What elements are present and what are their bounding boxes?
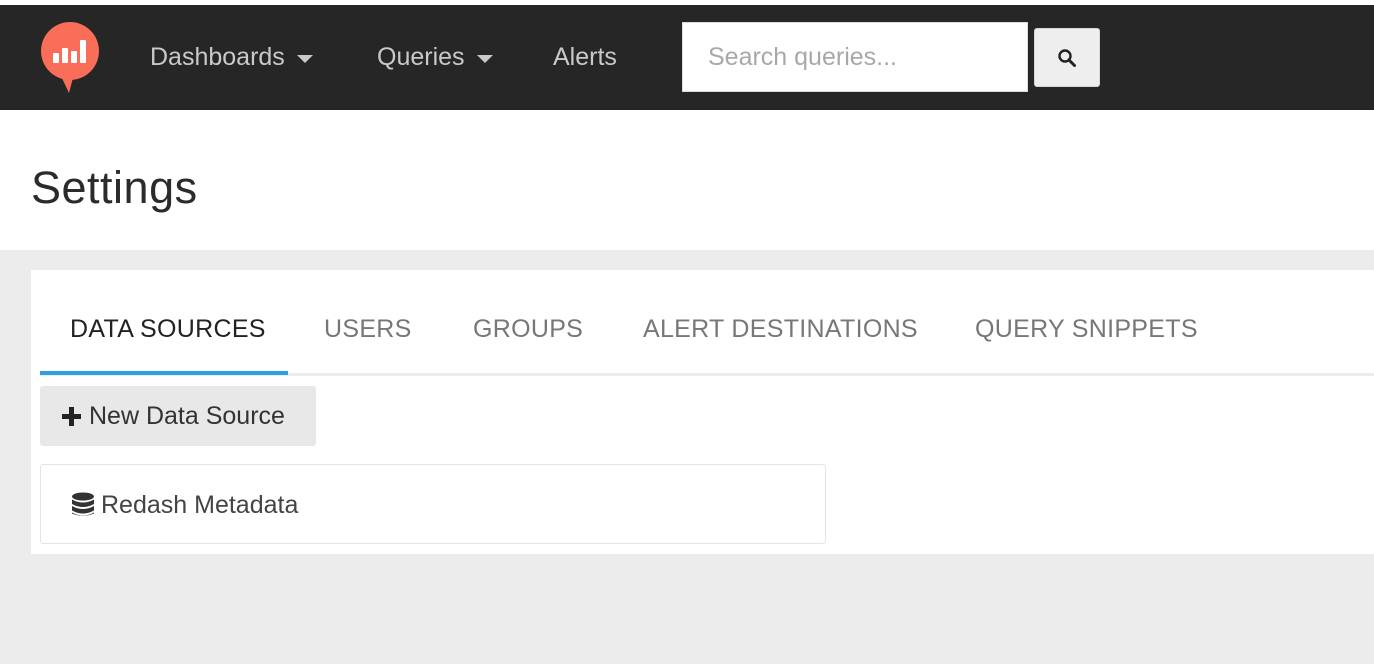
page-title: Settings xyxy=(31,162,198,213)
settings-tabs: DATA SOURCES USERS GROUPS ALERT DESTINAT… xyxy=(40,270,1374,376)
active-tab-indicator xyxy=(40,371,288,375)
nav-dashboards[interactable]: Dashboards xyxy=(150,39,313,75)
nav-dashboards-label: Dashboards xyxy=(150,43,285,71)
tab-data-sources[interactable]: DATA SOURCES xyxy=(70,270,266,376)
tab-query-snippets[interactable]: QUERY SNIPPETS xyxy=(975,270,1198,376)
chevron-down-icon xyxy=(296,54,313,63)
nav-queries-label: Queries xyxy=(377,43,465,71)
plus-icon xyxy=(62,406,81,426)
chevron-down-icon xyxy=(476,54,493,63)
data-source-list: Redash Metadata xyxy=(40,464,826,544)
search-icon xyxy=(1058,48,1076,67)
list-item[interactable]: Redash Metadata xyxy=(71,465,298,545)
new-data-source-label: New Data Source xyxy=(89,401,285,430)
tab-alert-destinations[interactable]: ALERT DESTINATIONS xyxy=(643,270,918,376)
settings-panel: DATA SOURCES USERS GROUPS ALERT DESTINAT… xyxy=(31,270,1374,554)
redash-logo-icon[interactable] xyxy=(40,22,100,94)
nav-alerts-label: Alerts xyxy=(553,43,617,71)
database-icon xyxy=(72,492,94,516)
navbar: Dashboards Queries Alerts xyxy=(0,5,1374,110)
tab-groups[interactable]: GROUPS xyxy=(473,270,583,376)
page-header: Settings xyxy=(0,110,1374,250)
tab-users[interactable]: USERS xyxy=(324,270,412,376)
nav-alerts[interactable]: Alerts xyxy=(553,39,617,75)
search-input[interactable] xyxy=(682,22,1028,92)
data-source-name: Redash Metadata xyxy=(101,490,299,519)
nav-queries[interactable]: Queries xyxy=(377,39,493,75)
new-data-source-button[interactable]: New Data Source xyxy=(40,386,316,446)
search-button[interactable] xyxy=(1034,28,1100,87)
